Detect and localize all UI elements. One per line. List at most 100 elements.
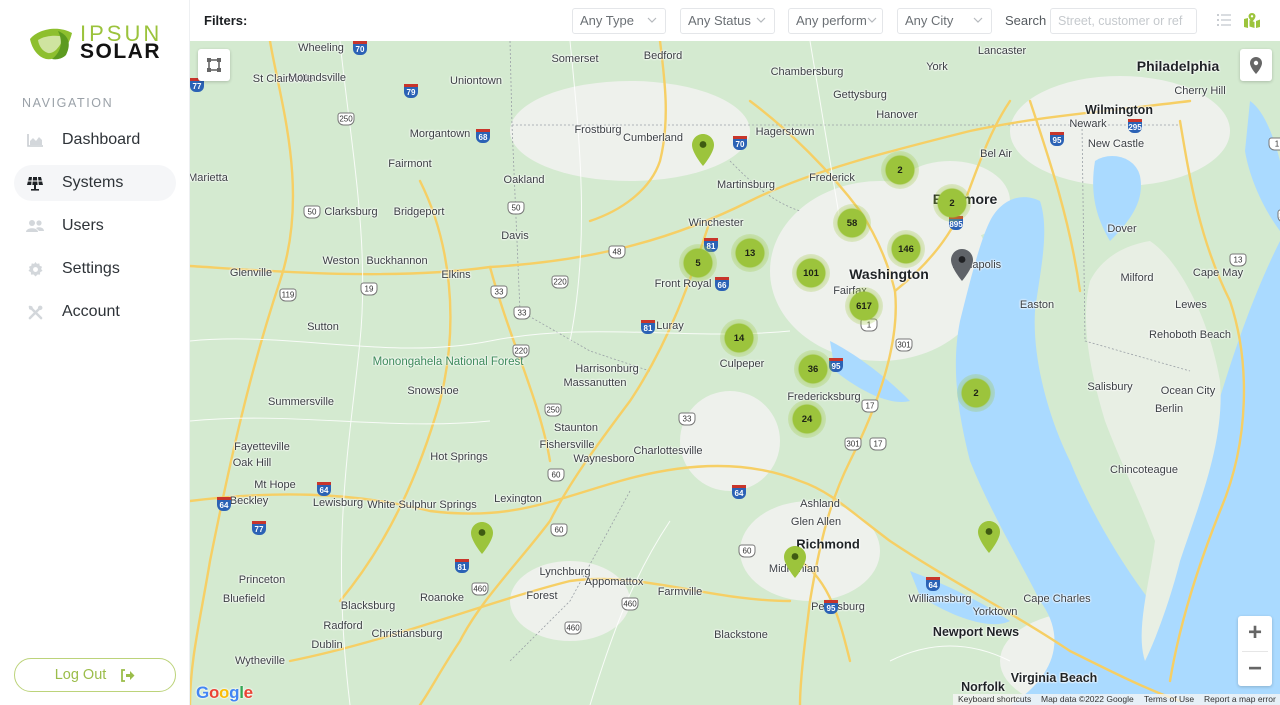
cluster-marker[interactable]: 101 <box>792 254 830 292</box>
cluster-marker[interactable]: 24 <box>788 400 826 438</box>
place-label: Ashland <box>800 498 840 510</box>
map-view-button[interactable] <box>1243 11 1261 29</box>
city-filter-select[interactable]: Any City <box>897 8 992 34</box>
place-label: Christiansburg <box>371 628 443 640</box>
sidebar-item-label: Account <box>62 303 120 320</box>
systems-map[interactable]: St Clairsville Wheeling Moundsville Unio… <box>190 41 1280 705</box>
zoom-out-button[interactable]: − <box>1238 652 1272 686</box>
list-icon <box>1217 14 1231 26</box>
interstate-shield: 66 <box>715 277 729 291</box>
system-pin-marker[interactable] <box>978 521 1000 553</box>
cluster-marker[interactable]: 2 <box>881 151 919 189</box>
place-label: Wheeling <box>298 42 344 54</box>
us-route-shield: 17 <box>869 437 887 451</box>
list-view-button[interactable] <box>1215 11 1233 29</box>
place-label: Cape May <box>1192 267 1244 279</box>
us-route-shield: 460 <box>471 582 489 596</box>
place-label: Morgantown <box>409 128 471 140</box>
cluster-count: 2 <box>949 197 955 209</box>
cluster-marker[interactable]: 146 <box>887 230 925 268</box>
place-label: Elkins <box>441 269 471 281</box>
system-pin-marker[interactable] <box>471 522 493 554</box>
cluster-count: 14 <box>733 332 745 344</box>
my-location-button[interactable] <box>1240 49 1272 81</box>
solar-panel-icon <box>26 175 44 191</box>
interstate-shield: 79 <box>404 84 418 98</box>
place-label: Lewisburg <box>312 497 364 509</box>
zoom-in-button[interactable]: + <box>1238 616 1272 650</box>
place-label: Lewes <box>1175 299 1207 311</box>
interstate-shield: 68 <box>476 129 490 143</box>
place-label: Davis <box>501 230 529 242</box>
place-label: Blackstone <box>714 629 768 641</box>
keyboard-shortcuts-link[interactable]: Keyboard shortcuts <box>953 694 1037 705</box>
location-pin-icon <box>1250 56 1262 74</box>
ipsun-solar-logo[interactable]: IPSUN SOLAR <box>28 23 168 64</box>
place-label: Easton <box>1019 299 1055 311</box>
us-route-shield: 13 <box>1229 253 1247 267</box>
place-label: Staunton <box>553 422 599 434</box>
navigation-heading: NAVIGATION <box>22 96 114 110</box>
interstate-shield: 64 <box>317 482 331 496</box>
us-route-shield: 220 <box>512 344 530 358</box>
cluster-marker[interactable]: 5 <box>679 244 717 282</box>
interstate-shield: 64 <box>217 497 231 511</box>
cluster-count: 101 <box>803 267 819 279</box>
log-out-button[interactable]: Log Out <box>14 658 176 692</box>
status-filter-value: Any Status <box>688 13 751 28</box>
place-label: Cumberland <box>623 132 683 144</box>
sidebar-item-systems[interactable]: Systems <box>14 165 176 201</box>
system-pin-marker[interactable] <box>784 546 806 578</box>
sidebar-item-dashboard[interactable]: Dashboard <box>14 122 176 158</box>
place-label: White Sulphur Springs <box>367 499 477 511</box>
cluster-marker[interactable]: 58 <box>833 204 871 242</box>
place-label: Frostburg <box>574 124 622 136</box>
place-label: Glen Allen <box>790 516 842 528</box>
place-label: Roanoke <box>419 592 465 604</box>
logo-text-solar: SOLAR <box>80 40 161 63</box>
place-label: Glenville <box>229 267 273 279</box>
place-label: Bridgeport <box>393 206 445 218</box>
place-label: Dover <box>1107 223 1137 235</box>
status-filter-select[interactable]: Any Status <box>680 8 775 34</box>
place-label: Culpeper <box>719 358 765 370</box>
us-route-shield: 60 <box>550 523 568 537</box>
cluster-marker[interactable]: 14 <box>720 319 758 357</box>
place-label: Snowshoe <box>407 385 459 397</box>
cluster-marker[interactable]: 36 <box>794 350 832 388</box>
us-route-shield: 460 <box>621 597 639 611</box>
place-label: Marietta <box>190 172 228 184</box>
cluster-count: 58 <box>846 217 858 229</box>
interstate-shield: 95 <box>824 600 838 614</box>
system-pin-marker[interactable] <box>692 134 714 166</box>
cluster-marker[interactable]: 13 <box>731 234 769 272</box>
place-label: New Castle <box>1087 138 1145 150</box>
search-input[interactable] <box>1050 8 1197 34</box>
place-label: Fairmont <box>388 158 432 170</box>
place-label: Salisbury <box>1087 381 1133 393</box>
sidebar-item-settings[interactable]: Settings <box>14 251 176 287</box>
place-label: Lynchburg <box>539 566 591 578</box>
place-label: Radford <box>323 620 363 632</box>
draw-area-button[interactable] <box>198 49 230 81</box>
report-map-error-link[interactable]: Report a map error <box>1199 694 1280 705</box>
cluster-marker[interactable]: 2 <box>957 374 995 412</box>
sidebar-item-account[interactable]: Account <box>14 294 176 330</box>
cluster-marker[interactable]: 617 <box>845 287 883 325</box>
type-filter-value: Any Type <box>580 13 634 28</box>
place-label: Uniontown <box>450 75 502 87</box>
sidebar-item-users[interactable]: Users <box>14 208 176 244</box>
place-label: Bluefield <box>222 593 266 605</box>
search-label: Search <box>1005 13 1047 28</box>
sidebar-item-label: Settings <box>62 260 120 277</box>
us-route-shield: 250 <box>544 403 562 417</box>
google-logo[interactable]: Google <box>196 683 253 703</box>
place-label: Rehoboth Beach <box>1149 329 1231 341</box>
type-filter-select[interactable]: Any Type <box>572 8 666 34</box>
terms-of-use-link[interactable]: Terms of Use <box>1139 694 1200 705</box>
performance-filter-select[interactable]: Any perform <box>788 8 883 34</box>
us-route-shield: 119 <box>279 288 297 302</box>
cluster-marker[interactable]: 2 <box>933 184 971 222</box>
system-pin-marker-selected[interactable] <box>951 249 973 281</box>
place-label: Dublin <box>311 639 343 651</box>
